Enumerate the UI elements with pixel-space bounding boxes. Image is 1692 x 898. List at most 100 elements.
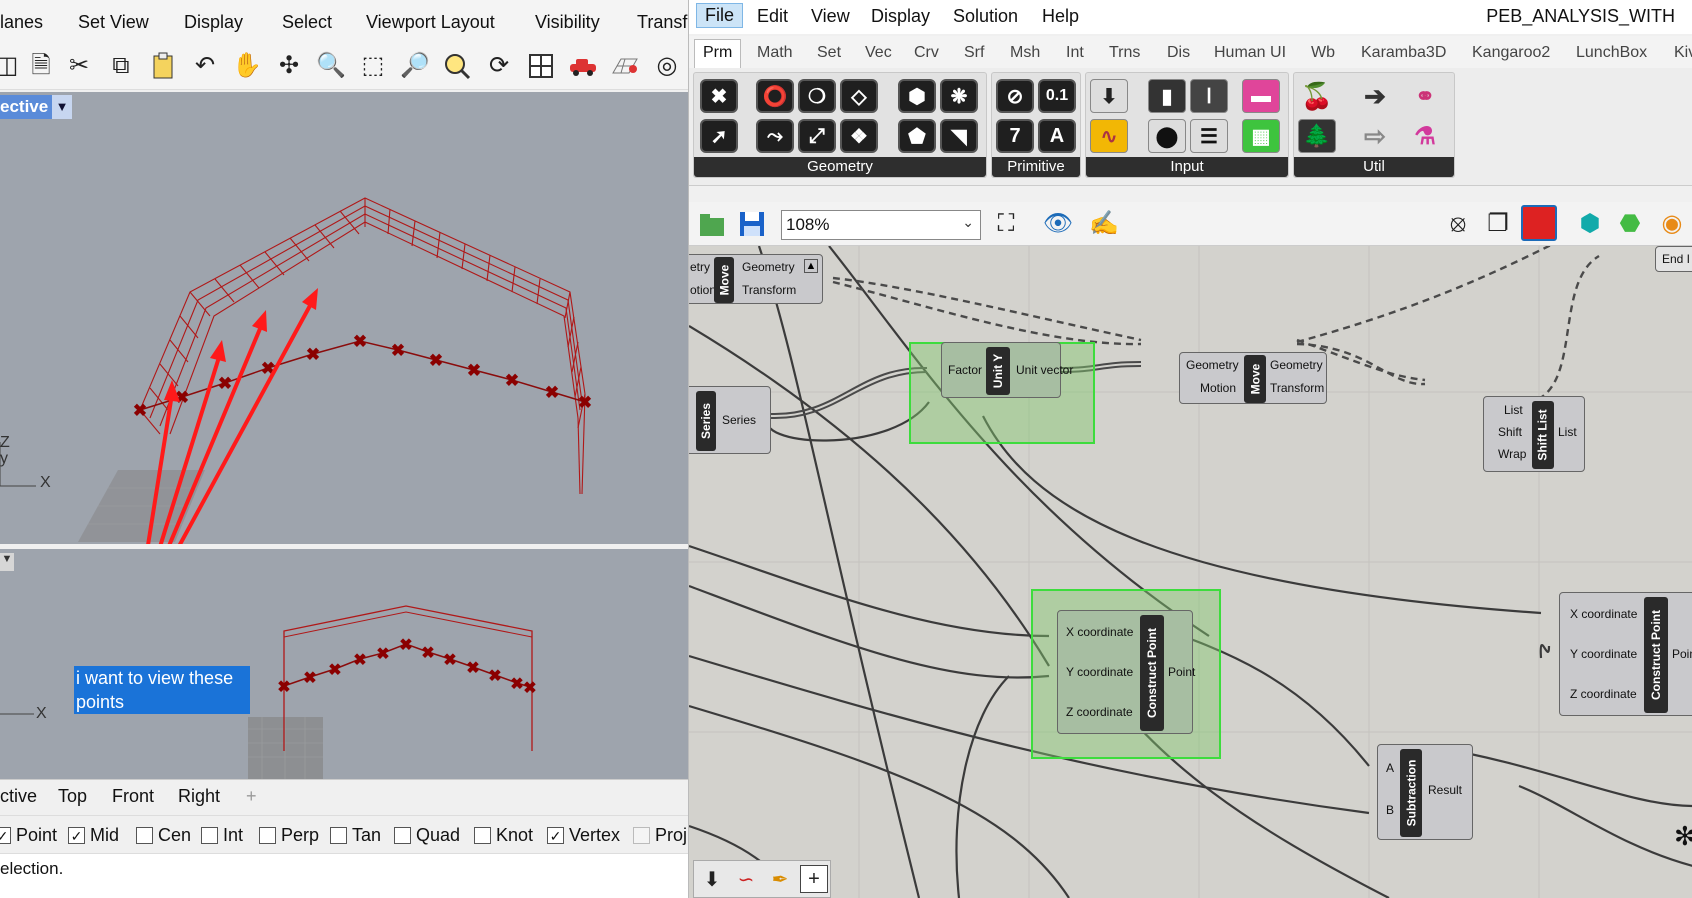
tab-kangaroo2[interactable]: Kangaroo2 — [1472, 44, 1550, 62]
preview-shaded-icon[interactable] — [1521, 205, 1557, 241]
menu-viewport-layout[interactable]: Viewport Layout — [366, 12, 495, 33]
target-icon[interactable]: ◎ — [650, 49, 684, 83]
tab-set[interactable]: Set — [817, 44, 841, 62]
rotate-icon[interactable]: ⟳ — [482, 49, 516, 83]
tab-lunchbox[interactable]: LunchBox — [1576, 44, 1647, 62]
add-icon[interactable]: + — [800, 865, 828, 893]
node-end-points[interactable]: End I — [1655, 246, 1692, 272]
tab-math[interactable]: Math — [757, 44, 793, 62]
four-view-icon[interactable] — [524, 49, 558, 83]
menu-select[interactable]: Select — [282, 12, 332, 33]
tab-trns[interactable]: Trns — [1109, 44, 1140, 62]
node-construct-point[interactable]: X coordinate Y coordinate Z coordinate C… — [1057, 610, 1195, 734]
line-param-icon[interactable]: ⤢ — [798, 119, 836, 153]
cut-icon[interactable]: ✂ — [62, 49, 96, 83]
zoom-extents-icon[interactable]: 🔎 — [398, 49, 432, 83]
command-line[interactable]: election. — [0, 853, 688, 898]
plane-param-icon[interactable]: ❖ — [840, 119, 878, 153]
zoom-selected-icon[interactable] — [440, 49, 474, 83]
tab-crv[interactable]: Crv — [914, 44, 939, 62]
rotate-view-icon[interactable]: ✣ — [272, 49, 306, 83]
node-subtraction[interactable]: A B Subtraction Result — [1377, 744, 1473, 840]
document-preview-icon[interactable]: ⬣ — [1613, 207, 1647, 241]
osnap-perp[interactable]: Perp — [259, 825, 319, 846]
bake-icon[interactable]: ⬇ — [698, 865, 726, 893]
tab-srf[interactable]: Srf — [964, 44, 984, 62]
flask-icon[interactable]: ⚗ — [1406, 119, 1444, 153]
colour-swatch-icon[interactable]: ▦ — [1242, 119, 1280, 153]
preview-icon[interactable]: 👁 — [1041, 207, 1075, 241]
osnap-cen[interactable]: Cen — [136, 825, 191, 846]
zoom-window-icon[interactable]: ⬚ — [356, 49, 390, 83]
integer-param-icon[interactable]: 7 — [996, 119, 1034, 153]
boolean-param-icon[interactable]: ⊘ — [996, 79, 1034, 113]
gh-canvas[interactable]: etry otion Move Geometry Transform ▲ Ser… — [689, 246, 1692, 898]
menu-set-view[interactable]: Set View — [78, 12, 149, 33]
menu-edit[interactable]: Edit — [757, 6, 788, 27]
tab-right[interactable]: Right — [178, 786, 220, 807]
tab-msh[interactable]: Msh — [1010, 44, 1040, 62]
gradient-icon[interactable]: ▬ — [1242, 79, 1280, 113]
preview-mesh-icon[interactable]: ❐ — [1481, 207, 1515, 241]
menu-planes[interactable]: lanes — [0, 12, 43, 33]
osnap-point[interactable]: ✓ Point — [0, 825, 57, 846]
osnap-proj[interactable]: Proj — [633, 825, 687, 846]
perspective-viewport[interactable]: ✖ ✖ ✖ ✖ ✖ ✖ ✖ ✖ ✖ ✖ ✖ ✖ Z y X — [0, 92, 688, 544]
tab-top[interactable]: Top — [58, 786, 87, 807]
box-param-icon[interactable]: ◇ — [840, 79, 878, 113]
graph-mapper-icon[interactable]: ∿ — [1090, 119, 1128, 153]
open-file-icon[interactable] — [695, 207, 729, 241]
tab-wb[interactable]: Wb — [1311, 44, 1335, 62]
add-viewport-icon[interactable]: + — [246, 786, 257, 807]
osnap-int[interactable]: Int — [201, 825, 243, 846]
node-move-1[interactable]: etry otion Move Geometry Transform ▲ — [689, 254, 823, 304]
viewport-dropdown-icon[interactable]: ▼ — [52, 95, 72, 119]
zoom-icon[interactable]: 🔍 — [314, 49, 348, 83]
tab-dis[interactable]: Dis — [1167, 44, 1190, 62]
preview-selected-icon[interactable]: ⬢ — [1573, 207, 1607, 241]
output-options-icon[interactable]: ▲ — [804, 259, 818, 273]
zoom-combo[interactable]: 108% ⌄ — [781, 210, 981, 240]
cherry-picker-icon[interactable]: 🍒 — [1298, 79, 1336, 113]
pen-tool-icon[interactable]: ✒ — [766, 865, 794, 893]
zoom-extents-icon[interactable]: ⛶ — [989, 207, 1023, 241]
geometry-param-icon[interactable]: ✖ — [700, 79, 738, 113]
node-unit-y[interactable]: Factor Unit Y Unit vector — [941, 342, 1073, 398]
node-move-2[interactable]: Geometry Motion Move Geometry Transform — [1179, 352, 1327, 404]
material-icon[interactable]: ◉ — [1655, 207, 1689, 241]
panel-icon[interactable]: ⬇ — [1090, 79, 1128, 113]
osnap-mid[interactable]: ✓ Mid — [68, 825, 119, 846]
button-icon[interactable]: ⬤ — [1148, 119, 1186, 153]
tab-karamba3d[interactable]: Karamba3D — [1361, 44, 1446, 62]
tab-vec[interactable]: Vec — [865, 44, 892, 62]
copy-icon[interactable]: ⧉ — [104, 49, 138, 83]
mesh-param-icon[interactable]: ❋ — [940, 79, 978, 113]
toggle-icon[interactable]: ▮ — [1148, 79, 1186, 113]
undo-icon[interactable]: ↶ — [188, 49, 222, 83]
text-param-icon[interactable]: A — [1038, 119, 1076, 153]
tab-prm[interactable]: Prm — [694, 39, 742, 68]
menu-view[interactable]: View — [811, 6, 850, 27]
menu-file[interactable]: File — [696, 3, 744, 28]
tab-int[interactable]: Int — [1066, 44, 1084, 62]
curve-param-icon[interactable]: ⤳ — [756, 119, 794, 153]
vector-param-icon[interactable]: ➚ — [700, 119, 738, 153]
menu-transform[interactable]: Transfo — [637, 12, 688, 33]
brep-param-icon[interactable]: ⬢ — [898, 79, 936, 113]
value-list-icon[interactable]: ☰ — [1190, 119, 1228, 153]
tab-perspective[interactable]: ctive — [0, 786, 37, 807]
curve-tool-icon[interactable]: ∽ — [732, 865, 760, 893]
preview-wire-icon[interactable]: ⦻ — [1441, 207, 1475, 241]
data-output-icon[interactable]: ➔ — [1356, 79, 1394, 113]
menu-visibility[interactable]: Visibility — [535, 12, 600, 33]
node-series[interactable]: Series Series — [689, 386, 771, 454]
front-viewport[interactable]: ✖ ✖ ✖ ✖ ✖ ✖ ✖ ✖ ✖ ✖ ✖ ✖ X — [0, 549, 688, 779]
menu-display[interactable]: Display — [184, 12, 243, 33]
menu-help[interactable]: Help — [1042, 6, 1079, 27]
tab-kiwi[interactable]: Kiv — [1674, 44, 1692, 62]
galapagos-icon[interactable]: 🌲 — [1298, 119, 1336, 153]
osnap-tan[interactable]: Tan — [330, 825, 381, 846]
circle-param-icon[interactable]: ⭕ — [756, 79, 794, 113]
node-construct-point-2[interactable]: X coordinate Y coordinate Z coordinate C… — [1559, 592, 1692, 716]
sketch-icon[interactable]: ✍ — [1087, 207, 1121, 241]
